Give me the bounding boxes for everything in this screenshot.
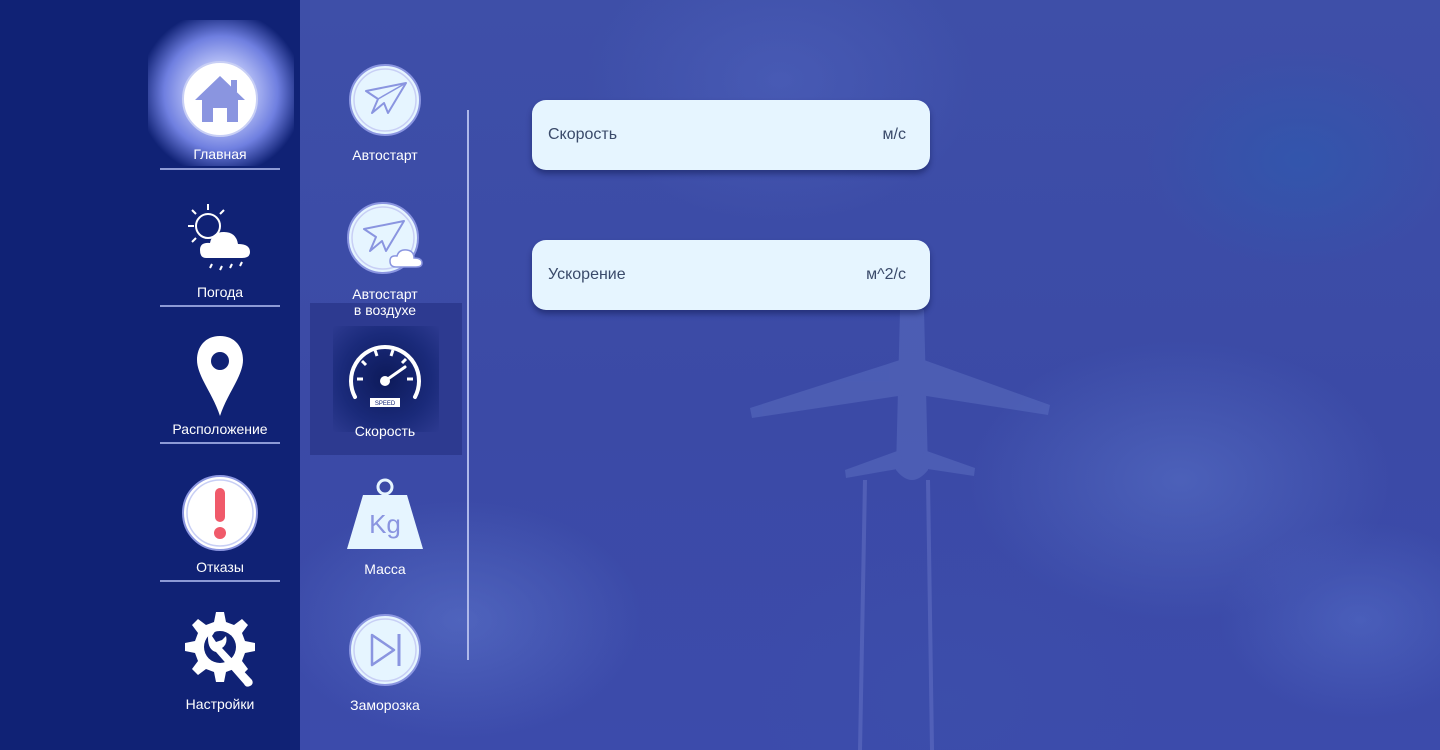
weight-kg-icon: Kg	[343, 477, 427, 556]
submenu-item-freeze[interactable]: Заморозка	[310, 605, 460, 720]
sidebar-item-weather[interactable]: Погода	[160, 180, 280, 310]
sidebar-item-home[interactable]: Главная	[160, 0, 280, 170]
sidebar-item-label: Настройки	[185, 696, 255, 712]
submenu-item-label: Масса	[364, 561, 406, 577]
submenu-item-autostart-air[interactable]: Автостарт в воздухе	[310, 195, 460, 320]
divider	[160, 580, 280, 582]
speed-field-label: Скорость	[548, 126, 618, 143]
divider	[160, 442, 280, 444]
speed-field-unit: м/с	[882, 126, 906, 143]
divider	[160, 168, 280, 170]
submenu-item-mass[interactable]: Kg Масса	[310, 475, 460, 585]
submenu-item-autostart[interactable]: Автостарт	[310, 55, 460, 170]
paper-plane-icon	[348, 63, 422, 140]
submenu-item-label: Автостарт	[352, 147, 418, 163]
submenu-item-label: Заморозка	[350, 697, 420, 713]
sidebar-item-label: Главная	[193, 146, 247, 162]
alert-icon	[181, 474, 259, 555]
paper-plane-cloud-icon	[346, 201, 424, 280]
speedometer-icon: SPEED	[345, 339, 425, 414]
home-icon	[181, 60, 259, 141]
acceleration-field[interactable]: Ускорение м^2/с	[532, 240, 930, 310]
sidebar-item-location[interactable]: Расположение	[160, 320, 280, 450]
freeze-skip-icon	[348, 613, 422, 690]
acceleration-field-unit: м^2/с	[866, 266, 906, 283]
sidebar-item-label: Отказы	[196, 559, 244, 575]
submenu-item-speed[interactable]: SPEED Скорость	[310, 303, 460, 455]
divider	[160, 305, 280, 307]
sidebar-item-failures[interactable]: Отказы	[160, 460, 280, 590]
acceleration-field-label: Ускорение	[548, 266, 626, 283]
speed-tag-text: SPEED	[375, 401, 396, 407]
speed-field[interactable]: Скорость м/с	[532, 100, 930, 170]
weather-icon	[178, 200, 262, 279]
submenu-item-label-line1: Автостарт	[352, 286, 418, 302]
location-pin-icon	[193, 334, 247, 421]
weight-kg-text: Kg	[369, 509, 401, 539]
sidebar-item-label: Погода	[196, 284, 244, 300]
sidebar-item-settings[interactable]: Настройки	[160, 600, 280, 730]
settings-wrench-icon	[178, 610, 262, 693]
sidebar-item-label: Расположение	[172, 421, 268, 437]
submenu-divider	[467, 110, 469, 660]
submenu-item-label: Скорость	[354, 423, 416, 439]
